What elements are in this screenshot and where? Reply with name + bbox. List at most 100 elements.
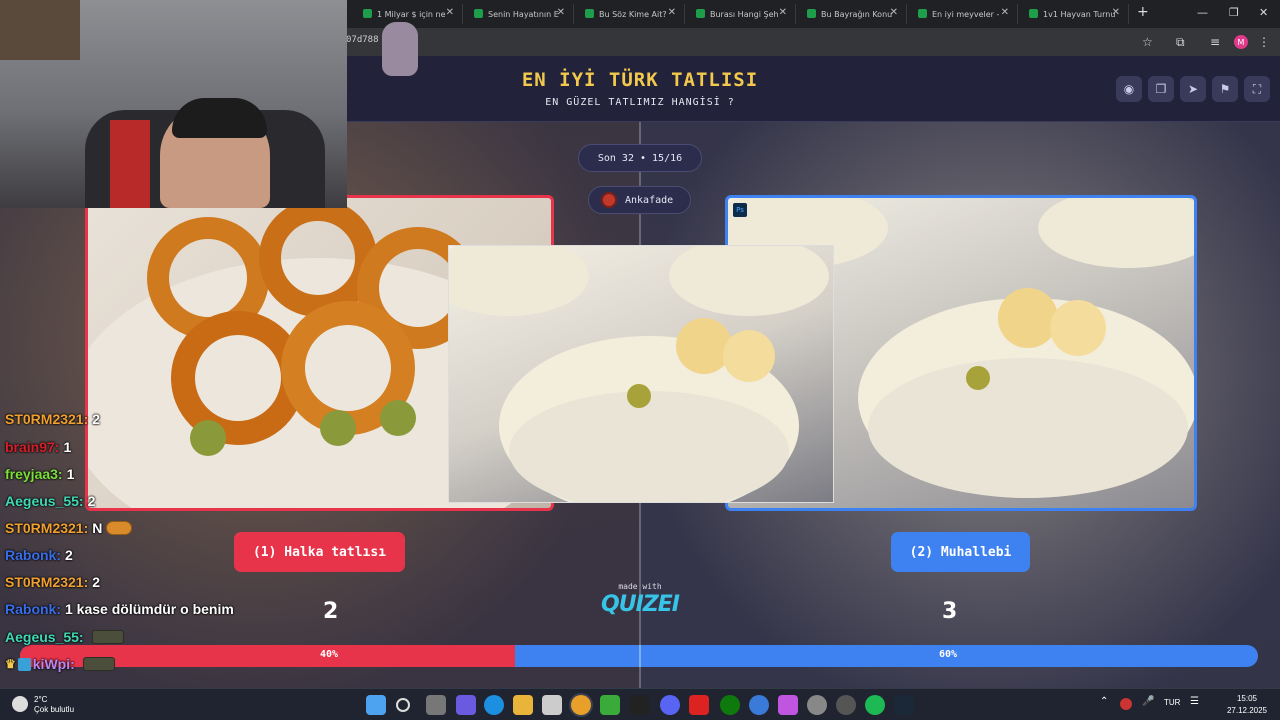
xbox-icon[interactable] [720, 695, 740, 715]
chat-username: freyjaa3: [5, 466, 63, 482]
chat-text: 1 [66, 466, 75, 482]
chat-username: Rabonk: [5, 547, 61, 563]
send-icon[interactable]: ➤ [1180, 76, 1206, 102]
quizei-logo[interactable]: QUIZEI [592, 592, 688, 617]
close-icon[interactable]: ✕ [779, 7, 787, 18]
vote-progress-midline [639, 645, 641, 667]
obs-icon[interactable] [836, 695, 856, 715]
tab-favicon-icon [474, 9, 483, 18]
chat-text: 2 [87, 493, 96, 509]
cloud-icon [12, 696, 28, 712]
round-indicator: Son 32 • 15/16 [578, 144, 702, 172]
chat-username: Aegeus_55: [5, 629, 84, 645]
choice-button-right[interactable]: (2) Muhallebi [891, 532, 1030, 572]
tab-favicon-icon [1029, 9, 1038, 18]
microphone-icon[interactable]: 🎤 [1142, 696, 1154, 707]
tab-1[interactable]: 1 Milyar $ için ne ✕ [355, 4, 463, 24]
chat-message: freyjaa3: 1 [5, 465, 74, 483]
chat-text: N [92, 520, 103, 536]
tray-app-icon[interactable] [1120, 698, 1132, 710]
choice-button-left[interactable]: (1) Halka tatlısı [234, 532, 405, 572]
sub-badge-icon [17, 657, 31, 671]
restore-icon[interactable]: ❐ [1229, 6, 1239, 19]
file-explorer-icon[interactable] [513, 695, 533, 715]
windows-start-icon[interactable] [366, 695, 386, 715]
tab-4[interactable]: Burası Hangi Şeh ✕ [688, 4, 796, 24]
minimize-icon[interactable]: — [1197, 6, 1208, 19]
close-icon[interactable]: ✕ [1112, 7, 1120, 18]
steam-icon[interactable] [894, 695, 914, 715]
chat-text: 1 kase dölümdür o benim [65, 601, 234, 617]
tab-6[interactable]: En iyi meyveler - ✕ [910, 4, 1018, 24]
chat-username: ST0RM2321: [5, 574, 89, 590]
user-avatar-icon [601, 192, 617, 208]
flag-icon[interactable]: ⚑ [1212, 76, 1238, 102]
menu-icon[interactable]: ⋮ [1258, 35, 1270, 49]
task-view-icon[interactable] [426, 695, 446, 715]
extensions-icon[interactable]: ⧉ [1176, 35, 1185, 50]
close-icon[interactable]: ✕ [668, 7, 676, 18]
tab-5[interactable]: Bu Bayrağın Konu ✕ [799, 4, 907, 24]
weather-widget[interactable]: 2°C Çok bulutlu [12, 694, 92, 716]
chat-username: ST0RM2321: [5, 520, 89, 536]
edge-icon[interactable] [484, 695, 504, 715]
spotify-icon[interactable] [865, 695, 885, 715]
media-icon[interactable]: ≡ [1210, 35, 1220, 49]
chat-message: ST0RM2321: N [5, 519, 133, 537]
user-name: Ankafade [625, 194, 674, 206]
user-pill: Ankafade [588, 186, 691, 214]
vote-percent-right: 60% [939, 649, 958, 660]
fullscreen-icon[interactable]: ⛶ [1244, 76, 1270, 102]
new-tab-icon[interactable]: + [1137, 4, 1149, 20]
discord-icon[interactable] [660, 695, 680, 715]
weather-temp: 2°C [34, 695, 48, 704]
chrome-icon[interactable] [571, 695, 591, 715]
chat-message: ♛ kiWpi: [5, 655, 115, 673]
tab-3[interactable]: Bu Söz Kime Ait? ✕ [577, 4, 685, 24]
close-icon[interactable]: ✕ [890, 7, 898, 18]
profile-avatar[interactable]: M [1234, 35, 1248, 49]
app-icon[interactable] [807, 695, 827, 715]
tab-favicon-icon [807, 9, 816, 18]
muhallebi-preview-image [449, 246, 829, 502]
app-icon[interactable] [778, 695, 798, 715]
tab-label: En iyi meyveler - [932, 9, 1000, 19]
chat-text: 2 [92, 411, 101, 427]
tab-label: 1 Milyar $ için ne [377, 9, 446, 19]
webcam-background-shelf [0, 0, 80, 60]
tab-favicon-icon [696, 9, 705, 18]
chat-text: 1 [63, 439, 72, 455]
language-indicator[interactable]: TUR [1164, 698, 1180, 707]
tab-label: Senin Hayatının E [488, 9, 559, 19]
window-close-icon[interactable]: ✕ [1259, 6, 1268, 19]
copilot-icon[interactable] [456, 695, 476, 715]
chat-message: Aegeus_55: [5, 628, 124, 646]
cat-mascot-icon [382, 22, 418, 76]
tab-label: Bu Bayrağın Konu [821, 9, 893, 19]
network-icon[interactable]: ☰ [1190, 696, 1199, 707]
capcut-icon[interactable] [629, 695, 649, 715]
store-icon[interactable] [542, 695, 562, 715]
eye-icon[interactable]: ◉ [1116, 76, 1142, 102]
search-icon[interactable] [396, 698, 410, 712]
tab-7[interactable]: 1v1 Hayvan Turnu ✕ [1021, 4, 1129, 24]
clock[interactable]: 15:05 27.12.2025 [1222, 693, 1272, 717]
tab-2[interactable]: Senin Hayatının E ✕ [466, 4, 574, 24]
url-text[interactable]: 07d788 [346, 35, 379, 45]
close-icon[interactable]: ✕ [557, 7, 565, 18]
app-icon[interactable] [749, 695, 769, 715]
copy-icon[interactable]: ❐ [1148, 76, 1174, 102]
gaming-chair-accent [110, 120, 150, 208]
tab-label: Burası Hangi Şeh [710, 9, 779, 19]
vote-progress-bar: 40% 60% [20, 645, 1258, 667]
windows-taskbar: 2°C Çok bulutlu ⌃ 🎤 TUR ☰ 15:05 27.12.20… [0, 688, 1280, 720]
close-icon[interactable]: ✕ [446, 7, 454, 18]
app-icon[interactable] [689, 695, 709, 715]
close-icon[interactable]: ✕ [1001, 7, 1009, 18]
chat-text: 2 [92, 574, 101, 590]
tray-expand-icon[interactable]: ⌃ [1100, 696, 1108, 707]
bookmark-star-icon[interactable]: ☆ [1142, 35, 1153, 49]
minecraft-icon[interactable] [600, 695, 620, 715]
tank-emote-icon [91, 630, 124, 644]
made-with-label: made with [618, 582, 662, 591]
